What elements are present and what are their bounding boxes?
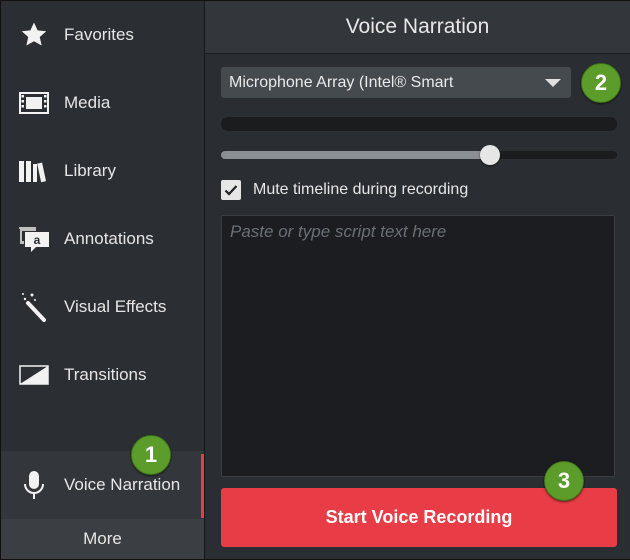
active-indicator [201,454,204,518]
callout-badge-2: 2 [581,63,621,103]
library-icon [18,155,50,187]
star-icon [18,19,50,51]
sidebar-item-visual-effects[interactable]: Visual Effects [1,273,204,341]
microphone-icon [18,469,50,501]
script-text-area[interactable] [221,215,615,477]
audio-level-meter [221,117,617,131]
microphone-select[interactable]: Microphone Array (Intel® Smart [221,67,571,99]
transition-icon [18,359,50,391]
chevron-down-icon [545,79,561,87]
sidebar-item-media[interactable]: Media [1,69,204,137]
annotation-icon: a [18,223,50,255]
sidebar-item-label: Voice Narration [64,475,181,494]
svg-text:a: a [34,233,41,247]
more-button[interactable]: More [1,519,204,559]
sidebar-item-library[interactable]: Library [1,137,204,205]
volume-slider-thumb[interactable] [480,145,500,165]
magic-wand-icon [18,291,50,323]
mute-timeline-option[interactable]: Mute timeline during recording [221,179,468,201]
sidebar-item-label: Annotations [64,229,154,248]
mute-timeline-label: Mute timeline during recording [253,181,469,198]
sidebar-item-favorites[interactable]: Favorites [1,1,204,69]
sidebar-item-label: Library [64,161,116,180]
sidebar: Favorites Media Library a Annotations Vi… [1,1,205,559]
sidebar-item-label: Transitions [64,365,147,384]
callout-badge-1: 1 [131,435,171,475]
sidebar-item-label: Media [64,93,111,112]
callout-badge-3: 3 [544,461,584,501]
sidebar-item-label: Favorites [64,25,134,44]
sidebar-item-transitions[interactable]: Transitions [1,341,204,409]
sidebar-item-label: Visual Effects [64,297,167,316]
volume-slider[interactable] [221,145,617,165]
panel-title: Voice Narration [205,1,630,54]
microphone-select-value: Microphone Array (Intel® Smart [229,74,454,91]
app-window: Favorites Media Library a Annotations Vi… [0,0,630,560]
sidebar-item-voice-narration[interactable]: Voice Narration [1,451,204,519]
volume-slider-fill [221,151,490,159]
film-icon [18,87,50,119]
sidebar-item-annotations[interactable]: a Annotations [1,205,204,273]
mute-timeline-checkbox[interactable] [221,180,241,200]
checkmark-icon [224,185,238,196]
